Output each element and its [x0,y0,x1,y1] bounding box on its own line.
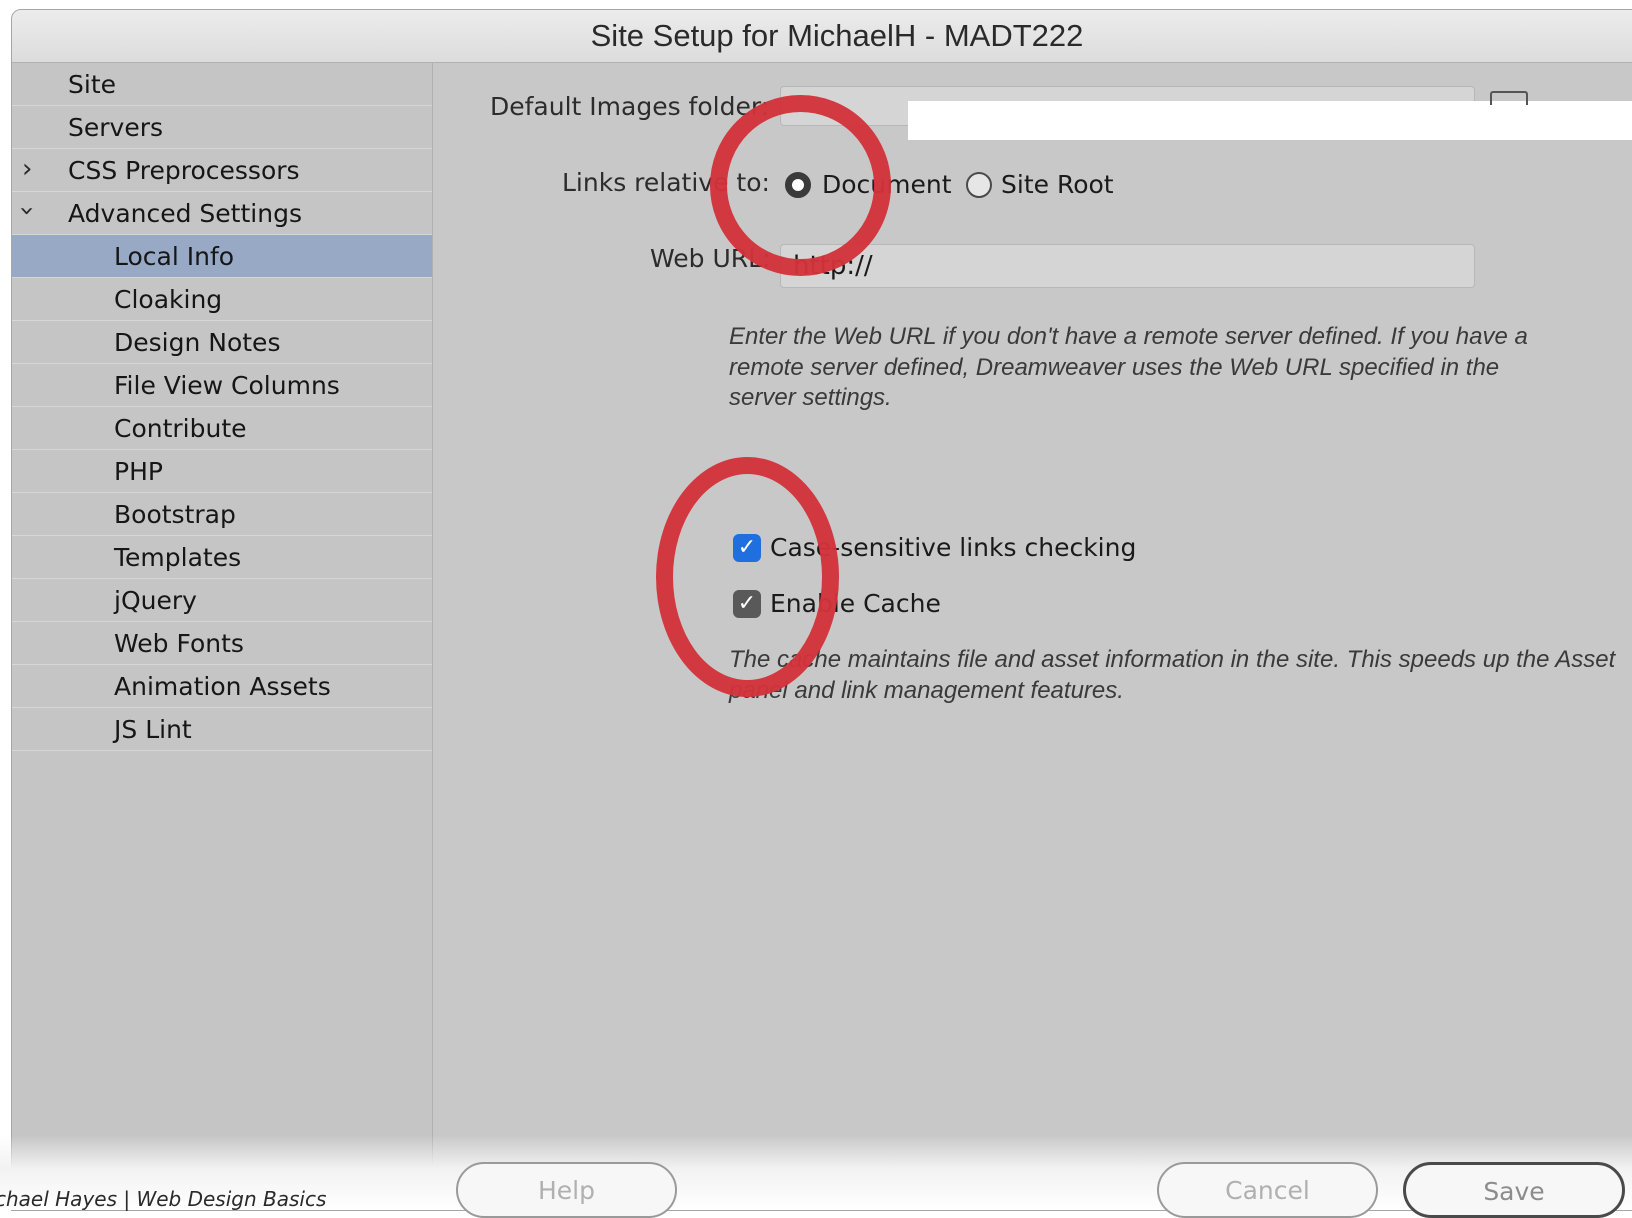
cache-description: The cache maintains file and asset infor… [729,646,1616,704]
sidebar-item-label: Servers [68,113,164,142]
sidebar-item-label: PHP [114,457,163,486]
sidebar-item-js-lint[interactable]: JS Lint [12,708,432,751]
sidebar-item-local-info[interactable]: Local Info [12,235,432,278]
sidebar-item-web-fonts[interactable]: Web Fonts [12,622,432,665]
sidebar-item-php[interactable]: PHP [12,450,432,493]
title-bar: Site Setup for MichaelH - MADT222 [12,10,1632,63]
site-root-radio-label[interactable]: Site Root [1001,170,1114,199]
sidebar-item-animation-assets[interactable]: Animation Assets [12,665,432,708]
sidebar-item-label: JS Lint [114,715,192,744]
sidebar-item-jquery[interactable]: jQuery [12,579,432,622]
sidebar-item-site[interactable]: Site [12,63,432,106]
sidebar-item-label: jQuery [114,586,197,615]
web-url-input[interactable]: http:// [780,244,1475,288]
sidebar-item-label: File View Columns [114,371,340,400]
sidebar-item-label: Advanced Settings [68,199,302,228]
sidebar-item-label: Bootstrap [114,500,236,529]
folder-icon[interactable] [1490,91,1528,105]
sidebar-item-design-notes[interactable]: Design Notes [12,321,432,364]
redaction-block [908,101,1632,140]
default-images-label: Default Images folder: [490,92,770,121]
sidebar-item-css-preprocessors[interactable]: › CSS Preprocessors [12,149,432,192]
sidebar-item-label: Templates [114,543,242,572]
sidebar-item-templates[interactable]: Templates [12,536,432,579]
sidebar-item-bootstrap[interactable]: Bootstrap [12,493,432,536]
sidebar-item-label: Design Notes [114,328,281,357]
sidebar-item-label: Local Info [114,242,235,271]
site-root-radio[interactable] [966,172,992,198]
sidebar-item-cloaking[interactable]: Cloaking [12,278,432,321]
sidebar-item-label: Web Fonts [114,629,244,658]
sidebar-item-file-view-columns[interactable]: File View Columns [12,364,432,407]
sidebar: Site Servers › CSS Preprocessors › Advan… [12,63,433,1210]
window-title: Site Setup for MichaelH - MADT222 [590,18,1084,53]
annotation-circle-radio [710,95,891,276]
sidebar-item-label: Cloaking [114,285,223,314]
sidebar-item-label: CSS Preprocessors [68,156,300,185]
chevron-right-icon[interactable]: › [22,154,32,184]
slide-credit: chael Hayes | Web Design Basics [0,1187,327,1211]
sidebar-item-label: Contribute [114,414,247,443]
sidebar-item-label: Animation Assets [114,672,331,701]
web-url-description: Enter the Web URL if you don't have a re… [729,323,1528,411]
sidebar-item-contribute[interactable]: Contribute [12,407,432,450]
sidebar-item-label: Site [68,70,116,99]
sidebar-item-advanced-settings[interactable]: › Advanced Settings [12,192,432,235]
chevron-down-icon[interactable]: › [12,206,42,216]
sidebar-item-servers[interactable]: Servers [12,106,432,149]
annotation-circle-checkboxes [656,457,839,697]
